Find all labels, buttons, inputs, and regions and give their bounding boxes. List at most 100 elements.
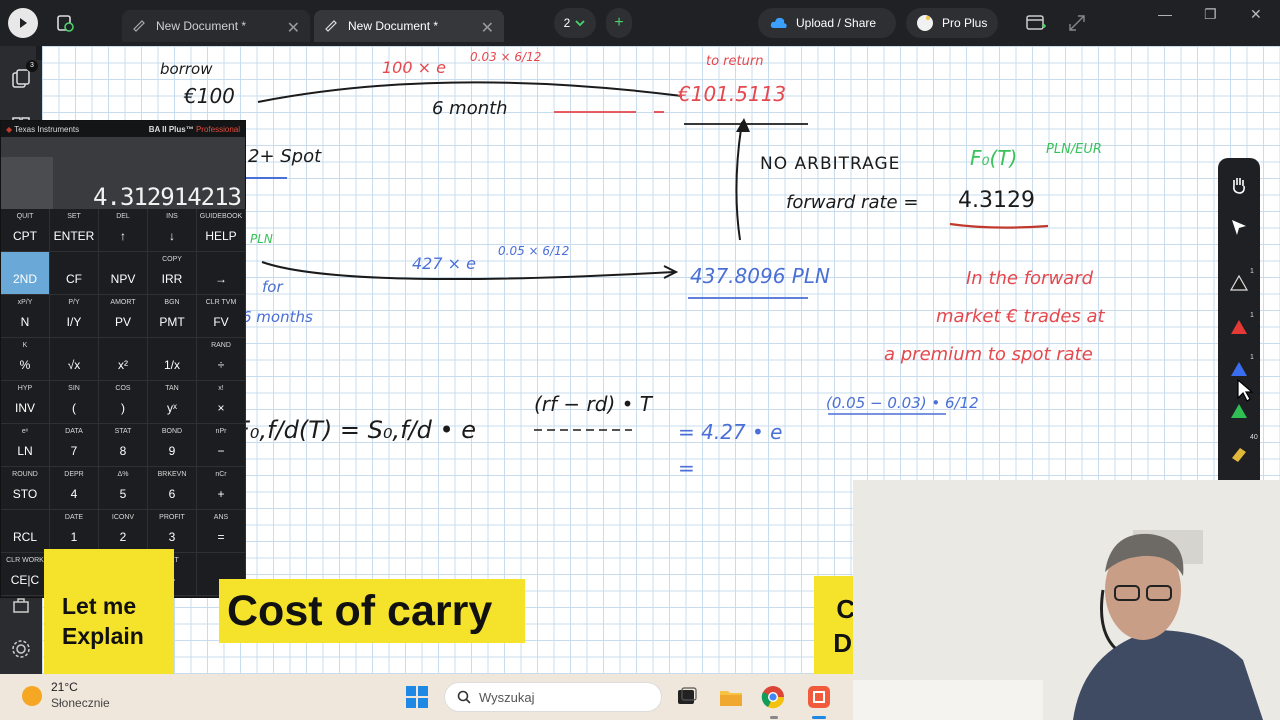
taskbar-search-box[interactable]: Wyszukaj: [444, 682, 662, 712]
calc-key[interactable]: x! ×: [197, 381, 246, 424]
text-forward-value: 4.3129: [958, 188, 1035, 213]
calc-key[interactable]: DEL ↑: [99, 209, 148, 252]
highlighter-icon[interactable]: [1228, 442, 1250, 464]
calc-key-primary: ↑: [120, 229, 126, 243]
calc-key[interactable]: DATA 7: [50, 424, 99, 467]
cloud-upload-icon: [770, 17, 787, 28]
task-view-icon[interactable]: [674, 684, 700, 710]
chevron-down-icon: [575, 20, 585, 27]
add-page-button[interactable]: +: [606, 8, 632, 38]
calc-key[interactable]: eˣ LN: [1, 424, 50, 467]
calc-key[interactable]: CLR TVM FV: [197, 295, 246, 338]
page-count-badge: 3: [26, 60, 38, 72]
calc-key[interactable]: SIN (: [50, 381, 99, 424]
gear-icon[interactable]: [10, 638, 32, 660]
calc-key[interactable]: xP/Y N: [1, 295, 50, 338]
calc-key-primary: 2: [119, 530, 127, 544]
calc-key-primary: RCL: [12, 530, 37, 544]
calc-key-primary: ): [121, 401, 125, 415]
tab-document-2[interactable]: New Document * ✕: [314, 10, 504, 42]
calc-key[interactable]: →: [197, 252, 246, 295]
ba-ii-plus-calculator[interactable]: ◆ Texas Instruments BA II Plus™ Professi…: [0, 120, 246, 598]
calc-key-secondary: DEL: [116, 213, 130, 220]
calculator-keypad: QUIT CPT SET ENTER DEL ↑ INS ↓ GUIDEBOOK HELP 2ND C…: [1, 209, 246, 596]
calc-key[interactable]: BGN PMT: [148, 295, 197, 338]
chrome-icon[interactable]: [760, 684, 786, 710]
calc-key[interactable]: SET ENTER: [50, 209, 99, 252]
calc-key[interactable]: AMORT PV: [99, 295, 148, 338]
calc-key-primary: 8: [119, 444, 127, 458]
sun-icon[interactable]: [22, 686, 42, 706]
calc-key-primary: 7: [70, 444, 78, 458]
calc-key[interactable]: BOND 9: [148, 424, 197, 467]
calc-key[interactable]: GUIDEBOOK HELP: [197, 209, 246, 252]
document-icon: [325, 20, 337, 32]
calc-key-secondary: HYP: [17, 385, 33, 392]
calc-key-secondary: GUIDEBOOK: [199, 213, 243, 220]
calc-key[interactable]: COPY IRR: [148, 252, 197, 295]
file-explorer-icon[interactable]: [718, 684, 744, 710]
calc-key[interactable]: K%: [1, 338, 50, 381]
hand-icon[interactable]: [1228, 174, 1250, 196]
calc-key[interactable]: CF: [50, 252, 99, 295]
calc-key[interactable]: HYP INV: [1, 381, 50, 424]
calc-key[interactable]: P/Y I/Y: [50, 295, 99, 338]
text-red-note-3: a premium to spot rate: [884, 344, 1093, 365]
minimize-icon[interactable]: —: [1158, 6, 1172, 22]
calc-key[interactable]: DATE 1: [50, 510, 99, 553]
calc-key[interactable]: STAT 8: [99, 424, 148, 467]
pen-green-icon[interactable]: [1228, 400, 1250, 422]
fullscreen-icon[interactable]: [1068, 14, 1086, 32]
pen-red-icon[interactable]: [1228, 316, 1250, 338]
tab-document-1[interactable]: New Document * ✕: [122, 10, 310, 42]
present-icon[interactable]: [1026, 14, 1046, 32]
calc-key[interactable]: BRKEVN 6: [148, 467, 197, 510]
calc-key[interactable]: DEPR 4: [50, 467, 99, 510]
calc-key[interactable]: RCL: [1, 510, 50, 553]
calc-key[interactable]: PROFIT 3: [148, 510, 197, 553]
calc-key[interactable]: ROUND STO: [1, 467, 50, 510]
calc-key[interactable]: RAND ÷: [197, 338, 246, 381]
text-months-left: 6 months: [242, 308, 313, 326]
calc-key[interactable]: 2ND: [1, 252, 50, 295]
pointer-icon[interactable]: [1228, 216, 1250, 238]
calc-key[interactable]: nCr +: [197, 467, 246, 510]
calc-key-primary: 1/x: [163, 358, 180, 372]
pen-black-icon[interactable]: [1228, 272, 1250, 294]
calc-key[interactable]: TAN yˣ: [148, 381, 197, 424]
calc-key[interactable]: √x: [50, 338, 99, 381]
tool-count: 1: [1250, 354, 1254, 361]
calc-key[interactable]: COS): [99, 381, 148, 424]
pen-blue-icon[interactable]: [1228, 358, 1250, 380]
window-close-icon[interactable]: ✕: [1250, 6, 1262, 23]
calc-key[interactable]: ICONV 2: [99, 510, 148, 553]
calc-key-primary: I/Y: [66, 315, 82, 329]
calc-key-primary: x²: [118, 358, 128, 372]
calc-key[interactable]: ANS =: [197, 510, 246, 553]
pro-plus-button[interactable]: Pro Plus: [906, 8, 998, 38]
calc-key-secondary: ROUND: [12, 471, 38, 478]
calc-key[interactable]: nPr −: [197, 424, 246, 467]
maximize-icon[interactable]: ❐: [1204, 6, 1217, 23]
calc-key[interactable]: Δ% 5: [99, 467, 148, 510]
calc-key-secondary: K: [22, 342, 28, 349]
windows-start-icon[interactable]: [404, 684, 430, 710]
calc-key-secondary: ANS: [213, 514, 229, 521]
calc-key[interactable]: QUIT CPT: [1, 209, 50, 252]
close-icon[interactable]: ✕: [287, 18, 300, 38]
calc-key-primary: CPT: [13, 229, 37, 243]
calc-key[interactable]: CLR WORK CE|C: [1, 553, 50, 596]
calc-key-primary: 6: [168, 487, 176, 501]
upload-share-button[interactable]: Upload / Share: [758, 8, 896, 38]
whiteboard-app-icon[interactable]: [806, 684, 832, 710]
calc-key[interactable]: INS ↓: [148, 209, 197, 252]
calc-key[interactable]: NPV: [99, 252, 148, 295]
calc-key[interactable]: x²: [99, 338, 148, 381]
calc-key-secondary: COS: [115, 385, 131, 392]
close-icon[interactable]: ✕: [481, 18, 494, 38]
sync-icon[interactable]: [50, 8, 80, 38]
page-selector[interactable]: 2: [554, 8, 596, 38]
app-logo-icon[interactable]: [8, 8, 38, 38]
calc-key[interactable]: 1/x: [148, 338, 197, 381]
calc-key-secondary: CLR WORK: [6, 557, 44, 564]
